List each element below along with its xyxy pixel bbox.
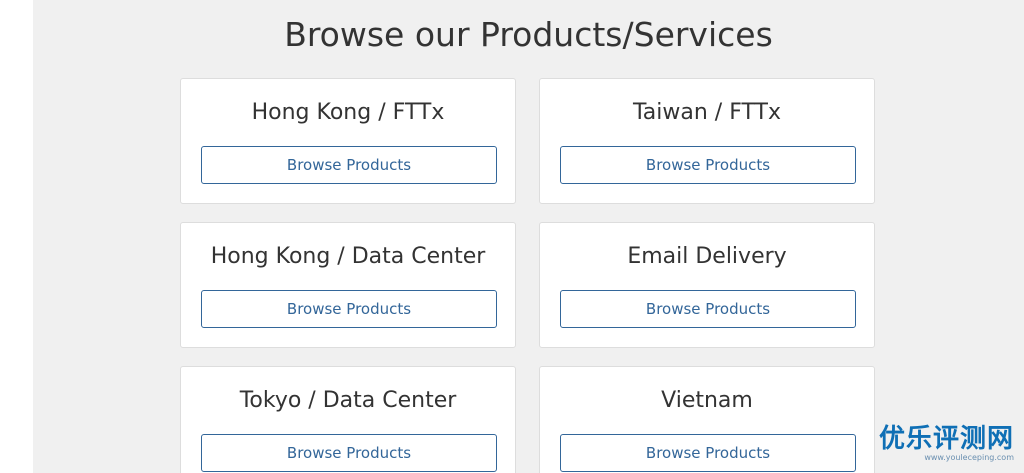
product-group-card: Tokyo / Data Center Browse Products	[180, 366, 516, 473]
browse-products-button[interactable]: Browse Products	[560, 290, 856, 328]
product-group-card: Email Delivery Browse Products	[539, 222, 875, 348]
browse-products-button[interactable]: Browse Products	[201, 146, 497, 184]
watermark-logo: 优乐评测网 www.youleceping.com	[879, 425, 1014, 463]
watermark-url: www.youleceping.com	[924, 453, 1014, 462]
browse-products-button[interactable]: Browse Products	[560, 146, 856, 184]
watermark-text: 优乐评测网	[878, 424, 1014, 454]
product-group-card: Taiwan / FTTx Browse Products	[539, 78, 875, 204]
product-group-card: Hong Kong / FTTx Browse Products	[180, 78, 516, 204]
main-content: Browse our Products/Services Hong Kong /…	[33, 0, 1024, 473]
product-group-title: Tokyo / Data Center	[239, 388, 457, 413]
product-group-title: Hong Kong / Data Center	[210, 244, 486, 269]
browse-products-button[interactable]: Browse Products	[201, 290, 497, 328]
browse-products-button[interactable]: Browse Products	[201, 434, 497, 472]
product-group-card: Hong Kong / Data Center Browse Products	[180, 222, 516, 348]
browse-products-button[interactable]: Browse Products	[560, 434, 856, 472]
product-group-title: Hong Kong / FTTx	[251, 100, 445, 125]
product-group-title: Email Delivery	[627, 244, 787, 269]
page-title: Browse our Products/Services	[284, 15, 773, 54]
product-group-title: Vietnam	[661, 388, 753, 413]
product-group-title: Taiwan / FTTx	[633, 100, 781, 125]
product-group-card: Vietnam Browse Products	[539, 366, 875, 473]
